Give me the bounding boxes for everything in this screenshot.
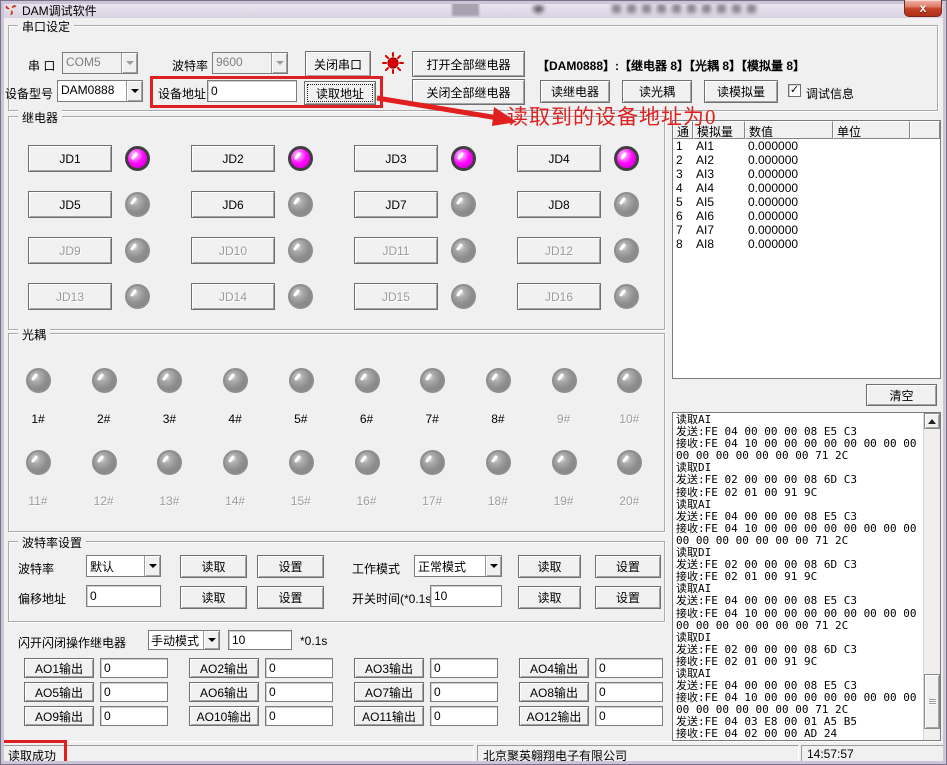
background-window-artifact xyxy=(452,0,479,16)
ao-value-input-9[interactable] xyxy=(100,706,168,726)
ao-output-button-1[interactable]: AO1输出 xyxy=(24,658,94,678)
cell: AI5 xyxy=(693,195,745,209)
cell xyxy=(833,237,939,251)
ao-output-button-4[interactable]: AO4输出 xyxy=(519,658,589,678)
log-scrollbar[interactable] xyxy=(923,413,940,740)
app-window: DAM调试软件 x 串口设定 串 口 COM5 波特率 9600 关闭串口 打开… xyxy=(0,0,947,765)
cell xyxy=(833,181,939,195)
ao-value-input-7[interactable] xyxy=(430,682,498,702)
table-row[interactable]: 5AI50.000000 xyxy=(673,195,940,209)
cell: 0.000000 xyxy=(745,167,833,181)
cell: AI3 xyxy=(693,167,745,181)
ao-output-button-11[interactable]: AO11输出 xyxy=(354,706,424,726)
ao-value-input-6[interactable] xyxy=(265,682,333,702)
column-header-filler[interactable] xyxy=(910,121,940,139)
ao-output-button-9[interactable]: AO9输出 xyxy=(24,706,94,726)
log-text: 读取AI 发送:FE 04 00 00 00 08 E5 C3 接收:FE 04… xyxy=(676,414,922,741)
status-message: 读取成功 xyxy=(2,745,474,763)
table-row[interactable]: 3AI30.000000 xyxy=(673,167,940,181)
cell: AI2 xyxy=(693,153,745,167)
cell: 0.000000 xyxy=(745,223,833,237)
cell: AI8 xyxy=(693,237,745,251)
ao-output-button-12[interactable]: AO12输出 xyxy=(519,706,589,726)
cell xyxy=(833,209,939,223)
cell: AI1 xyxy=(693,139,745,153)
ao-value-input-5[interactable] xyxy=(100,682,168,702)
cell: 1 xyxy=(673,139,693,153)
ao-output-button-10[interactable]: AO10输出 xyxy=(189,706,259,726)
cell: 2 xyxy=(673,153,693,167)
column-header-unit[interactable]: 单位 xyxy=(833,121,910,139)
annotation-text: 读取到的设备地址为0 xyxy=(507,101,717,131)
log-output[interactable]: 读取AI 发送:FE 04 00 00 00 08 E5 C3 接收:FE 04… xyxy=(672,412,941,741)
cell: 3 xyxy=(673,167,693,181)
table-row[interactable]: 6AI60.000000 xyxy=(673,209,940,223)
cell xyxy=(833,153,939,167)
cell: AI6 xyxy=(693,209,745,223)
window-title: DAM调试软件 xyxy=(22,2,97,19)
table-row[interactable]: 1AI10.000000 xyxy=(673,139,940,153)
ao-value-input-4[interactable] xyxy=(595,658,663,678)
ao-output-button-2[interactable]: AO2输出 xyxy=(189,658,259,678)
cell: 0.000000 xyxy=(745,139,833,153)
ao-output-button-8[interactable]: AO8输出 xyxy=(519,682,589,702)
scrollbar-thumb[interactable] xyxy=(924,674,940,729)
cell xyxy=(833,167,939,181)
cell: 5 xyxy=(673,195,693,209)
table-row[interactable]: 8AI80.000000 xyxy=(673,237,940,251)
ao-value-input-8[interactable] xyxy=(595,682,663,702)
column-header-value[interactable]: 数值 xyxy=(745,121,833,139)
app-icon xyxy=(4,2,18,16)
cell xyxy=(833,139,939,153)
ao-value-input-2[interactable] xyxy=(265,658,333,678)
cell: AI4 xyxy=(693,181,745,195)
ao-value-input-11[interactable] xyxy=(430,706,498,726)
background-window-artifact xyxy=(533,5,544,13)
cell: 7 xyxy=(673,223,693,237)
table-row[interactable]: 7AI70.000000 xyxy=(673,223,940,237)
ao-output-button-3[interactable]: AO3输出 xyxy=(354,658,424,678)
ao-output-button-7[interactable]: AO7输出 xyxy=(354,682,424,702)
title-bar: DAM调试软件 xyxy=(0,0,947,18)
cell: AI7 xyxy=(693,223,745,237)
cell: 0.000000 xyxy=(745,181,833,195)
close-button[interactable]: x xyxy=(904,0,942,17)
status-bar: 读取成功 北京聚英翱翔电子有限公司 14:57:57 xyxy=(0,741,947,765)
table-row[interactable]: 2AI20.000000 xyxy=(673,153,940,167)
status-time: 14:57:57 xyxy=(801,745,945,763)
cell: 0.000000 xyxy=(745,153,833,167)
close-icon: x xyxy=(920,1,927,15)
ao-value-input-12[interactable] xyxy=(595,706,663,726)
ao-output-button-5[interactable]: AO5输出 xyxy=(24,682,94,702)
cell: 0.000000 xyxy=(745,237,833,251)
analog-table: 通模拟量数值单位1AI10.0000002AI20.0000003AI30.00… xyxy=(672,120,941,379)
ao-value-input-1[interactable] xyxy=(100,658,168,678)
cell: 8 xyxy=(673,237,693,251)
table-row[interactable]: 4AI40.000000 xyxy=(673,181,940,195)
background-window-artifact xyxy=(612,4,757,13)
ao-value-input-10[interactable] xyxy=(265,706,333,726)
status-company: 北京聚英翱翔电子有限公司 xyxy=(477,745,799,763)
cell: 4 xyxy=(673,181,693,195)
scroll-up-icon[interactable] xyxy=(924,413,940,429)
cell xyxy=(833,195,939,209)
cell xyxy=(833,223,939,237)
clear-log-button[interactable]: 清空 xyxy=(866,384,937,406)
ao-value-input-3[interactable] xyxy=(430,658,498,678)
cell: 0.000000 xyxy=(745,209,833,223)
annotation-arrow xyxy=(376,94,518,128)
cell: 6 xyxy=(673,209,693,223)
cell: 0.000000 xyxy=(745,195,833,209)
ao-output-button-6[interactable]: AO6输出 xyxy=(189,682,259,702)
